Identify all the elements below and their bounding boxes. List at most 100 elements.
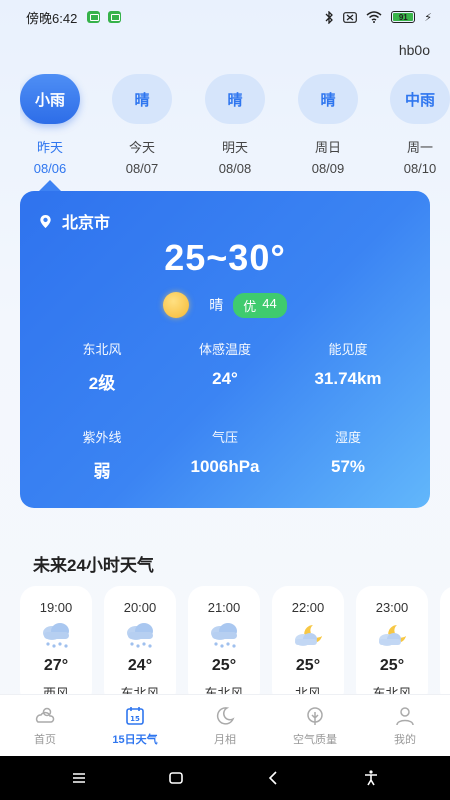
- nav-label: 15日天气: [112, 733, 158, 746]
- svg-text:15: 15: [130, 715, 140, 723]
- back-icon[interactable]: [265, 769, 283, 787]
- day-date: 08/10: [403, 161, 437, 174]
- hour-card: 22:00 25° 北风: [272, 586, 344, 694]
- stat-label: 能见度: [328, 342, 368, 357]
- bluetooth-icon: [325, 10, 334, 24]
- day-item[interactable]: 中雨 周一 08/10: [390, 74, 450, 174]
- stat-label: 东北风: [82, 342, 122, 357]
- day-item[interactable]: 晴 今天 08/07: [112, 74, 172, 174]
- hour-card: 23:00 25° 东北风: [356, 586, 428, 694]
- nav-15day[interactable]: 15 15日天气: [90, 695, 180, 756]
- no-sim-icon: [343, 11, 358, 23]
- day-item[interactable]: 晴 周日 08/09: [298, 74, 358, 174]
- nav-label: 我的: [394, 733, 416, 746]
- forecast-title: 未来24小时天气: [33, 556, 154, 575]
- hourly-forecast[interactable]: 19:00 27° 西风 20:00 24° 东北风 21:00 25° 东北风…: [20, 586, 450, 694]
- wifi-icon: [366, 11, 382, 23]
- location[interactable]: 北京市: [38, 209, 110, 233]
- aqi-badge[interactable]: 优 44: [233, 292, 287, 318]
- stat-feels-like: 体感温度 24°: [160, 339, 290, 389]
- day-condition: 晴: [298, 74, 358, 124]
- hour-wind: 东北风: [120, 686, 160, 694]
- hour-temp: 25°: [295, 657, 321, 674]
- condition-text: 晴: [209, 297, 224, 313]
- sun-icon: [163, 292, 190, 318]
- hour-temp: 25°: [211, 657, 237, 674]
- nav-moon[interactable]: 月相: [180, 695, 270, 756]
- day-item[interactable]: 小雨 昨天 08/06: [20, 74, 80, 174]
- notification-app-icon: [108, 11, 122, 23]
- stat-wind: 东北风 2级: [37, 339, 167, 394]
- day-label: 周一: [406, 140, 433, 155]
- leaf-icon: [307, 706, 323, 725]
- day-date: 08/07: [125, 161, 159, 174]
- day-date: 08/09: [311, 161, 345, 174]
- accessibility-icon[interactable]: [362, 769, 380, 787]
- user-icon: [396, 706, 414, 725]
- day-date: 08/08: [218, 161, 252, 174]
- stat-value: 2级: [88, 374, 116, 393]
- nav-label: 月相: [214, 733, 236, 746]
- nav-home[interactable]: 首页: [0, 695, 90, 756]
- location-name: 北京市: [62, 215, 111, 232]
- hour-time: 19:00: [39, 600, 73, 615]
- weather-card: 北京市 25~30° 晴 优 44 东北风 2级 体感温度 24° 能见度 31…: [20, 191, 430, 508]
- hour-wind: 西风: [42, 686, 69, 694]
- menu-icon[interactable]: [70, 769, 88, 787]
- day-label: 今天: [128, 140, 155, 155]
- day-label: 周日: [314, 140, 341, 155]
- home-weather-icon: [35, 707, 55, 723]
- hour-card: 19:00 27° 西风: [20, 586, 92, 694]
- status-bar: 傍晚6:42 91 ⚡: [0, 0, 450, 34]
- day-label: 昨天: [36, 140, 63, 155]
- nav-label: 空气质量: [293, 733, 337, 746]
- moon-cloud-icon: [379, 625, 406, 646]
- nav-air[interactable]: 空气质量: [270, 695, 360, 756]
- stat-value: 31.74km: [314, 369, 382, 388]
- hour-time: 22:00: [291, 600, 325, 615]
- stat-value: 57%: [330, 457, 366, 476]
- stat-label: 气压: [211, 430, 238, 445]
- hour-card: 20:00 24° 东北风: [104, 586, 176, 694]
- aqi-value: 44: [262, 295, 277, 311]
- nav-profile[interactable]: 我的: [360, 695, 450, 756]
- calendar-15-icon: 15: [126, 706, 144, 725]
- condition-row: 晴 优 44: [20, 292, 430, 318]
- temperature-range: 25~30°: [164, 237, 286, 278]
- day-condition: 晴: [112, 74, 172, 124]
- hour-card-partial: [440, 586, 450, 694]
- notification-app-icon: [87, 11, 101, 23]
- moon-icon: [216, 706, 235, 725]
- hour-time: 20:00: [123, 600, 157, 615]
- day-condition: 晴: [205, 74, 265, 124]
- hour-time: 23:00: [375, 600, 409, 615]
- hour-wind: 东北风: [372, 686, 412, 694]
- snow-cloud-icon: [127, 623, 153, 648]
- status-time: 傍晚6:42: [26, 10, 78, 26]
- stat-pressure: 气压 1006hPa: [160, 427, 290, 477]
- snow-cloud-icon: [43, 623, 69, 648]
- status-icons: 91 ⚡: [324, 10, 432, 24]
- aqi-label: 优: [243, 298, 257, 314]
- hour-temp: 24°: [127, 657, 153, 674]
- user-tag: hb0o: [398, 42, 430, 58]
- hour-temp: 25°: [379, 657, 405, 674]
- home-square-icon[interactable]: [167, 769, 185, 787]
- stat-value: 24°: [212, 369, 238, 388]
- day-condition: 中雨: [390, 74, 450, 124]
- stat-humidity: 湿度 57%: [283, 427, 413, 477]
- location-pin-icon: [40, 214, 51, 228]
- stat-visibility: 能见度 31.74km: [283, 339, 413, 389]
- stat-value: 1006hPa: [190, 457, 260, 476]
- hour-temp: 27°: [43, 657, 69, 674]
- hour-wind: 东北风: [204, 686, 244, 694]
- moon-cloud-icon: [295, 625, 322, 646]
- hour-wind: 北风: [294, 686, 321, 694]
- day-label: 明天: [221, 140, 248, 155]
- stat-label: 湿度: [334, 430, 361, 445]
- charging-icon: ⚡: [424, 11, 432, 24]
- day-date: 08/06: [33, 161, 67, 174]
- hour-card: 21:00 25° 东北风: [188, 586, 260, 694]
- day-item[interactable]: 晴 明天 08/08: [205, 74, 265, 174]
- snow-cloud-icon: [211, 623, 237, 648]
